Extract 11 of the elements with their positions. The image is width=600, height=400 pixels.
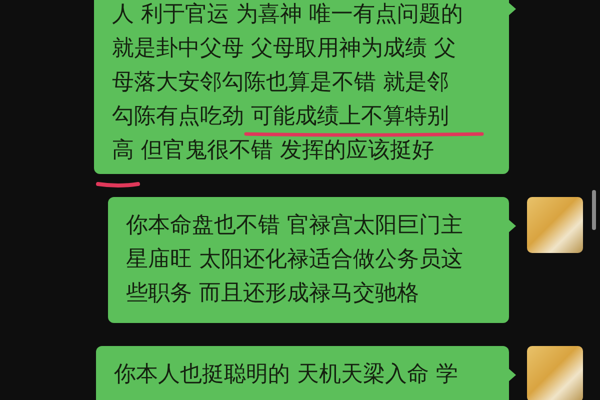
message-text: 你本人也挺聪明的 天机天梁入命 学 bbox=[114, 362, 459, 388]
message-text: 勾陈有点吃劲 可能成绩上不算特别 bbox=[112, 104, 450, 130]
underline-mark bbox=[96, 180, 140, 188]
message-text: 你本命盘也不错 官禄宫太阳巨门主 bbox=[126, 213, 464, 239]
message-text: 星庙旺 太阳还化禄适合做公务员这 bbox=[126, 247, 464, 273]
message-text: 些职务 而且还形成禄马交驰格 bbox=[126, 281, 420, 307]
scrollbar bbox=[592, 190, 596, 230]
message-text: 人 利于官运 为喜神 唯一有点问题的 bbox=[112, 2, 464, 28]
message-text: 就是卦中父母 父母取用神为成绩 父 bbox=[112, 36, 457, 62]
message-text: 母落大安邻勾陈也算是不错 就是邻 bbox=[112, 70, 450, 96]
message-text: 高 但官鬼很不错 发挥的应该挺好 bbox=[112, 138, 435, 164]
